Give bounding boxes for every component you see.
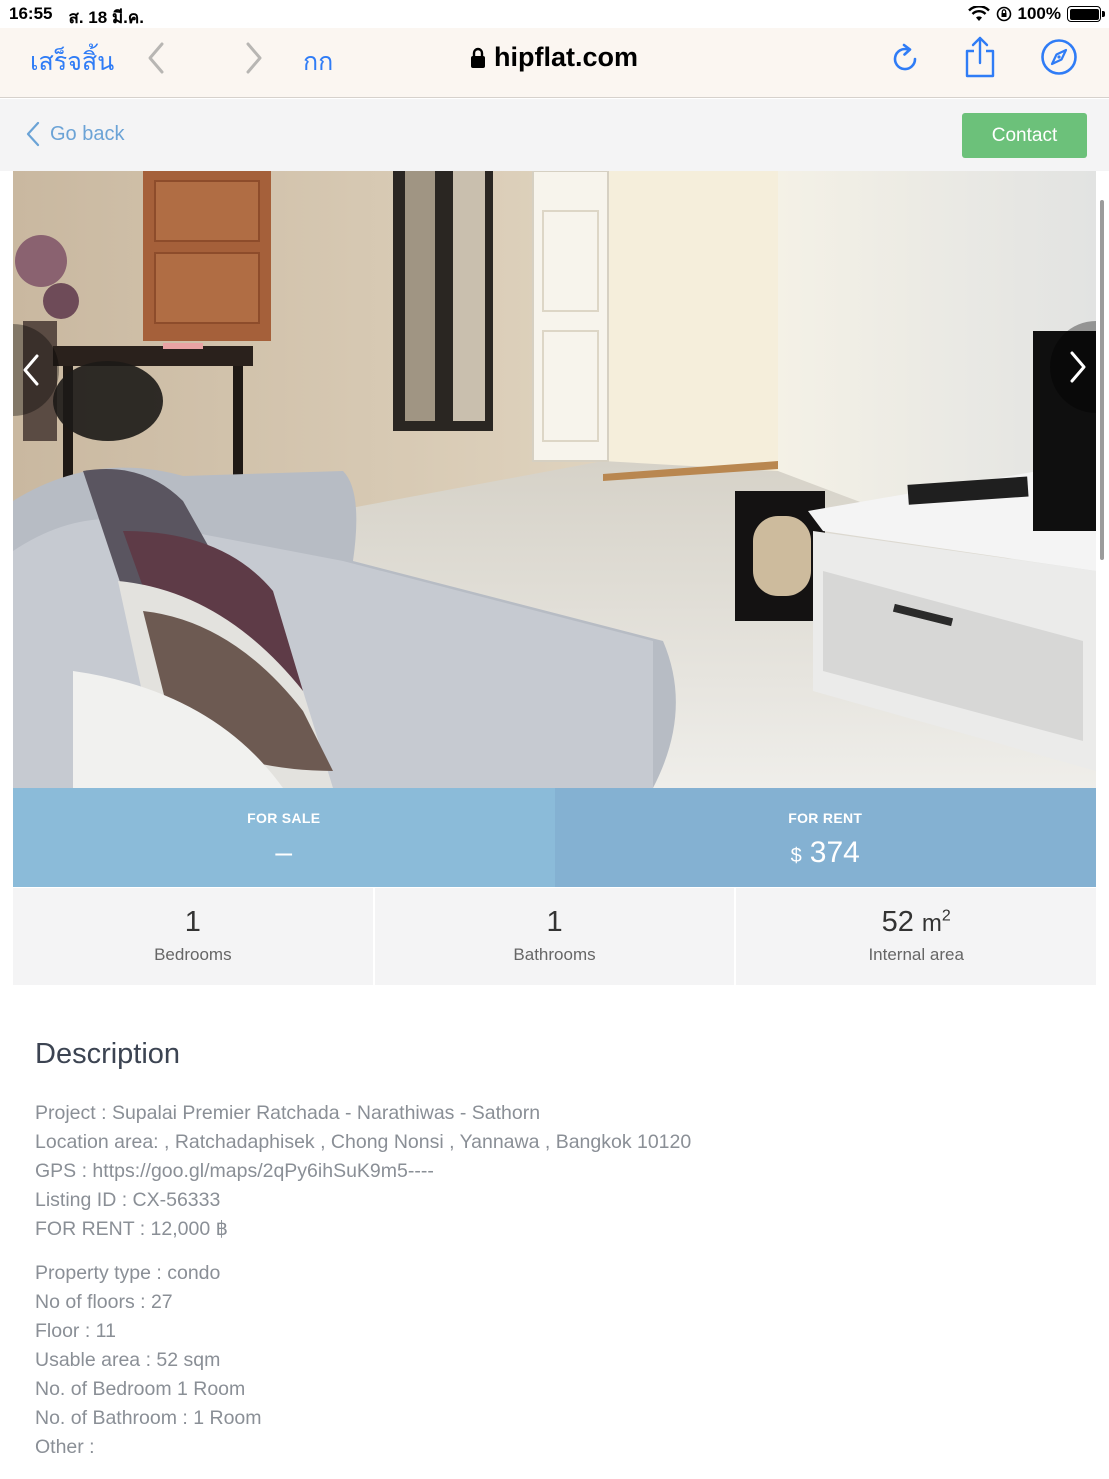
- page-scrollbar[interactable]: [1100, 200, 1104, 560]
- lock-icon: [471, 47, 485, 68]
- desc-bedrooms: No. of Bedroom 1 Room: [35, 1378, 246, 1400]
- wifi-icon: [967, 6, 990, 21]
- description-block-2: Property type : condo No of floors : 27 …: [35, 1259, 1075, 1462]
- for-rent-price: $ 374: [791, 836, 860, 870]
- status-date: ส. 18 มี.ค.: [68, 8, 144, 27]
- for-rent-panel: FOR RENT $ 374: [554, 788, 1096, 887]
- desc-floor: Floor : 11: [35, 1320, 116, 1342]
- site-header: Go back Contact: [0, 99, 1109, 171]
- desc-other: Other :: [35, 1436, 95, 1458]
- description-block-1: Project : Supalai Premier Ratchada - Nar…: [35, 1099, 1075, 1244]
- area-unit-exponent: 2: [941, 907, 951, 925]
- stat-bathrooms: 1 Bathrooms: [374, 888, 735, 985]
- desc-property-type: Property type : condo: [35, 1262, 221, 1284]
- status-bar: 16:55 ส. 18 มี.ค. 100%: [0, 0, 1109, 28]
- url-text: hipflat.com: [494, 42, 639, 72]
- desc-location: Location area: , Ratchadaphisek , Chong …: [35, 1131, 692, 1153]
- area-unit: m: [921, 910, 942, 937]
- description-section: Description Project : Supalai Premier Ra…: [35, 1038, 1075, 1462]
- living-room-photo: [13, 171, 1096, 788]
- rent-amount: 374: [809, 836, 860, 869]
- description-title: Description: [35, 1038, 181, 1070]
- chevron-left-icon: [26, 121, 40, 147]
- browser-toolbar: เสร็จสิ้น กก hipflat.com: [0, 28, 1109, 98]
- browser-forward-icon[interactable]: [238, 40, 268, 76]
- browser-back-icon[interactable]: [142, 40, 172, 76]
- property-stats: 1 Bedrooms 1 Bathrooms 52 m2 Internal ar…: [13, 888, 1097, 985]
- stat-internal-area: 52 m2 Internal area: [736, 888, 1097, 985]
- go-back-link[interactable]: Go back: [26, 121, 124, 147]
- desc-gps: GPS : https://goo.gl/maps/2qPy6ihSuK9m5-…: [35, 1160, 434, 1182]
- bedrooms-value: 1: [184, 906, 201, 938]
- rent-currency: $: [790, 845, 802, 867]
- stat-bedrooms: 1 Bedrooms: [13, 888, 373, 985]
- battery-percent: 100%: [1017, 4, 1061, 23]
- contact-button[interactable]: Contact: [962, 113, 1087, 158]
- bedrooms-label: Bedrooms: [154, 945, 232, 964]
- reload-icon[interactable]: [888, 42, 922, 76]
- for-sale-value: –: [275, 836, 293, 869]
- area-value-group: 52 m2: [882, 906, 951, 939]
- compass-icon[interactable]: [1040, 38, 1078, 76]
- bathrooms-value: 1: [546, 906, 563, 938]
- area-label: Internal area: [868, 945, 964, 964]
- bathrooms-label: Bathrooms: [513, 945, 596, 964]
- for-rent-label: FOR RENT: [788, 810, 863, 826]
- text-size-button[interactable]: กก: [303, 42, 333, 82]
- share-icon[interactable]: [962, 36, 998, 78]
- desc-floors: No of floors : 27: [35, 1291, 173, 1313]
- status-time: 16:55: [9, 4, 53, 23]
- desc-listing-id: Listing ID : CX-56333: [35, 1189, 221, 1211]
- photo-next-arrow-icon[interactable]: [1048, 321, 1096, 413]
- battery-icon: [1067, 6, 1105, 22]
- listing-photo: [13, 171, 1096, 788]
- photo-prev-arrow-icon[interactable]: [13, 324, 61, 416]
- desc-rent-price: FOR RENT : 12,000 ฿: [35, 1218, 229, 1240]
- desc-bathrooms: No. of Bathroom : 1 Room: [35, 1407, 262, 1429]
- desc-project: Project : Supalai Premier Ratchada - Nar…: [35, 1102, 541, 1124]
- go-back-label: Go back: [50, 122, 125, 145]
- done-button[interactable]: เสร็จสิ้น: [30, 42, 114, 82]
- price-strip: FOR SALE – FOR RENT $ 374: [13, 788, 1096, 887]
- orientation-lock-icon: [996, 6, 1011, 22]
- for-sale-panel: FOR SALE –: [13, 788, 555, 887]
- desc-usable-area: Usable area : 52 sqm: [35, 1349, 221, 1371]
- for-sale-label: FOR SALE: [247, 810, 321, 826]
- area-value: 52: [881, 906, 914, 938]
- address-bar[interactable]: hipflat.com: [470, 42, 638, 73]
